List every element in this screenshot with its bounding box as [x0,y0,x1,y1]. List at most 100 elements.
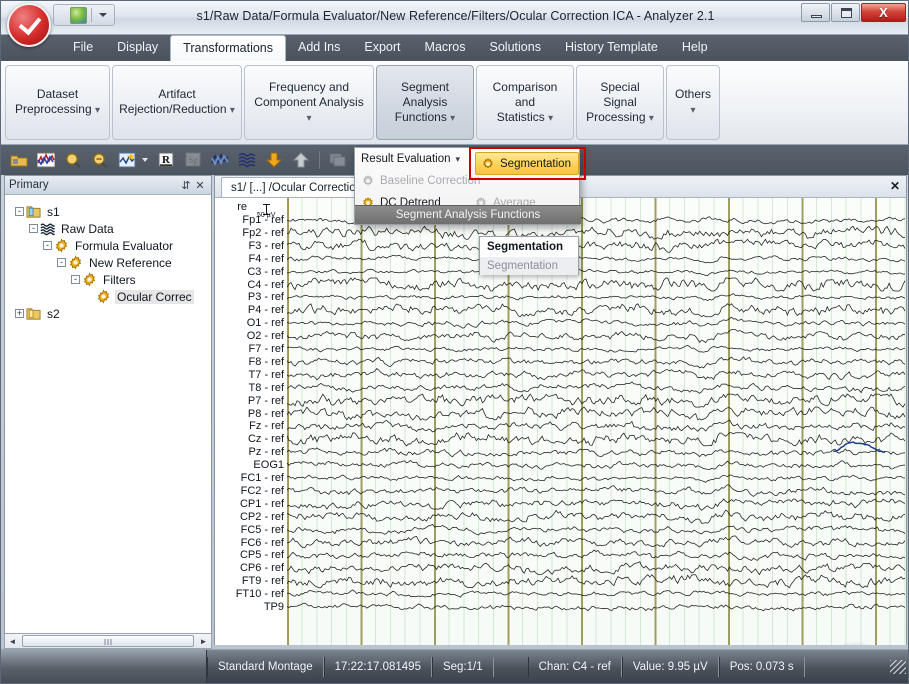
channel-label: O2 - ref [246,330,284,343]
cascade-windows-icon [326,149,350,171]
chevron-down-icon[interactable]: ▾ [649,113,654,124]
expand-toggle-icon[interactable]: + [15,309,24,318]
scroll-down-icon[interactable] [262,149,286,171]
waves-icon [40,221,55,236]
ribbon-group-label-text: Statistics [496,109,545,124]
gear-orange-icon [483,157,493,168]
document-tab[interactable]: s1/ [...] /Ocular Correction [221,176,373,197]
channel-label: Fp2 - ref [242,226,284,239]
pin-icon[interactable]: ⇵ [179,179,193,192]
scroll-left-arrow-icon[interactable]: ◄ [5,634,20,648]
collapse-toggle-icon[interactable]: - [43,241,52,250]
close-icon[interactable]: ✕ [193,179,207,192]
ribbon-group-others[interactable]: Others ▾ [666,65,720,140]
tree-item-s1[interactable]: - s1 [9,203,207,220]
tree-item-new-reference[interactable]: - New Reference [9,254,207,271]
tree-item-raw-data[interactable]: - Raw Data [9,220,207,237]
primary-panel-header: Primary ⇵ ✕ [5,176,211,195]
app-logo-icon[interactable] [7,3,51,47]
hscroll-thumb[interactable] [22,635,194,647]
chevron-down-icon[interactable]: ▾ [306,113,311,124]
resize-grip-icon[interactable] [890,659,906,674]
folder-yellow-icon [26,306,41,321]
chevron-down-icon[interactable]: ▾ [450,113,455,124]
ribbon-group-label-line2: Functions ▾ [383,110,467,126]
collapse-toggle-icon[interactable]: - [57,258,66,267]
tree-item-filters[interactable]: - Filters [9,271,207,288]
raw-data-r-icon[interactable]: R [154,149,178,171]
scroll-right-arrow-icon[interactable]: ► [196,634,211,648]
collapse-toggle-icon[interactable]: - [15,207,24,216]
channel-label: FC2 - ref [240,484,284,497]
segmentation-tooltip: Segmentation Segmentation [479,236,579,275]
chevron-down-icon[interactable]: ▾ [690,105,695,116]
channel-label: F7 - ref [248,343,284,355]
ribbon-tab-history-template[interactable]: History Template [553,35,670,61]
ribbon-tab-transformations[interactable]: Transformations [170,35,286,61]
ribbon-tab-display[interactable]: Display [105,35,170,61]
ribbon-tab-solutions[interactable]: Solutions [478,35,553,61]
channel-label: FC1 - ref [240,472,284,484]
channel-label: F8 - ref [248,355,284,368]
maximize-button[interactable] [831,3,860,22]
ribbon-group-label-text: Component Analysis [254,94,364,109]
tree-item-label: Filters [103,272,136,287]
menu-item-result-evaluation[interactable]: Result Evaluation ▾ [355,148,468,170]
tree-item-formula-evaluator[interactable]: - Formula Evaluator [9,237,207,254]
zoom-in-icon[interactable] [61,149,85,171]
ribbon-group-segment-analysis[interactable]: Segment Analysis Functions ▾ [376,65,474,140]
ribbon-tab-add-ins[interactable]: Add Ins [286,35,352,61]
scale-bar-label: 50 µV [257,212,276,219]
tree-item-s2[interactable]: + s2 [9,305,207,322]
ribbon-group-label-line1: Frequency and [268,79,350,94]
ribbon-group-dataset[interactable]: Dataset Preprocessing ▾ [5,65,110,140]
status-bar-left-grip [1,650,207,683]
ribbon-group-label-line1: Segment Analysis [400,79,450,109]
open-folder-icon[interactable] [7,149,31,171]
channel-label: FT9 - ref [241,575,284,588]
status-channel: Chan: C4 - ref [527,656,622,677]
chevron-down-icon[interactable] [142,158,148,162]
stacked-waveform-icon[interactable] [235,149,259,171]
tree-item-ocular-correc[interactable]: Ocular Correc [9,288,207,305]
close-button[interactable]: X [861,3,906,22]
status-time: 17:22:17.081495 [323,656,432,677]
channel-label: Cz - ref [247,433,284,446]
primary-panel: Primary ⇵ ✕ - s1- Raw Data - Formula Evaluat… [4,175,212,645]
channel-label: FC5 - ref [240,523,284,536]
ribbon-group-frequency-and[interactable]: Frequency and Component Analysis ▾ [244,65,374,140]
overlay-waveform-icon[interactable] [208,149,232,171]
scale-adjust-icon[interactable] [115,149,139,171]
gear-orange-icon [96,289,111,304]
window-controls: X [801,3,906,22]
minimize-icon [811,15,822,18]
ribbon-group-special-signal[interactable]: Special Signal Processing ▾ [576,65,664,140]
status-montage: Standard Montage [207,656,324,677]
scroll-up-icon[interactable] [289,149,313,171]
ribbon-group-artifact[interactable]: Artifact Rejection/Reduction ▾ [112,65,242,140]
menu-item-segmentation[interactable]: Segmentation [475,152,579,175]
chevron-down-icon[interactable]: ▾ [95,105,100,116]
collapse-toggle-icon[interactable]: - [71,275,80,284]
menu-item-label: Baseline Correction [380,175,481,187]
ribbon-group-label-line2: Rejection/Reduction ▾ [119,102,235,118]
ribbon-group-label-text: Rejection/Reduction [119,102,227,116]
primary-panel-hscrollbar[interactable]: ◄ ► [4,633,212,649]
channel-label-partial: re [237,201,247,213]
ribbon-tab-export[interactable]: Export [352,35,412,61]
title-bar: s1/Raw Data/Formula Evaluator/New Refere… [1,1,908,47]
chevron-down-icon[interactable]: ▾ [230,105,235,116]
ribbon-group-comparison-and[interactable]: Comparison and Statistics ▾ [476,65,574,140]
ribbon-tab-help[interactable]: Help [670,35,720,61]
menu-item-baseline-correction: Baseline Correction [355,170,480,192]
collapse-toggle-icon[interactable]: - [29,224,38,233]
zoom-out-icon[interactable] [88,149,112,171]
ribbon-tab-macros[interactable]: Macros [413,35,478,61]
minimize-button[interactable] [801,3,830,22]
document-close-icon[interactable]: ✕ [890,179,900,193]
ribbon-tab-file[interactable]: File [61,35,105,61]
channel-label: Pz - ref [248,446,284,459]
chevron-down-icon[interactable]: ▾ [548,113,553,124]
waveform-red-blue-icon[interactable] [34,149,58,171]
ribbon-group-label-line2: Preprocessing ▾ [15,102,100,118]
